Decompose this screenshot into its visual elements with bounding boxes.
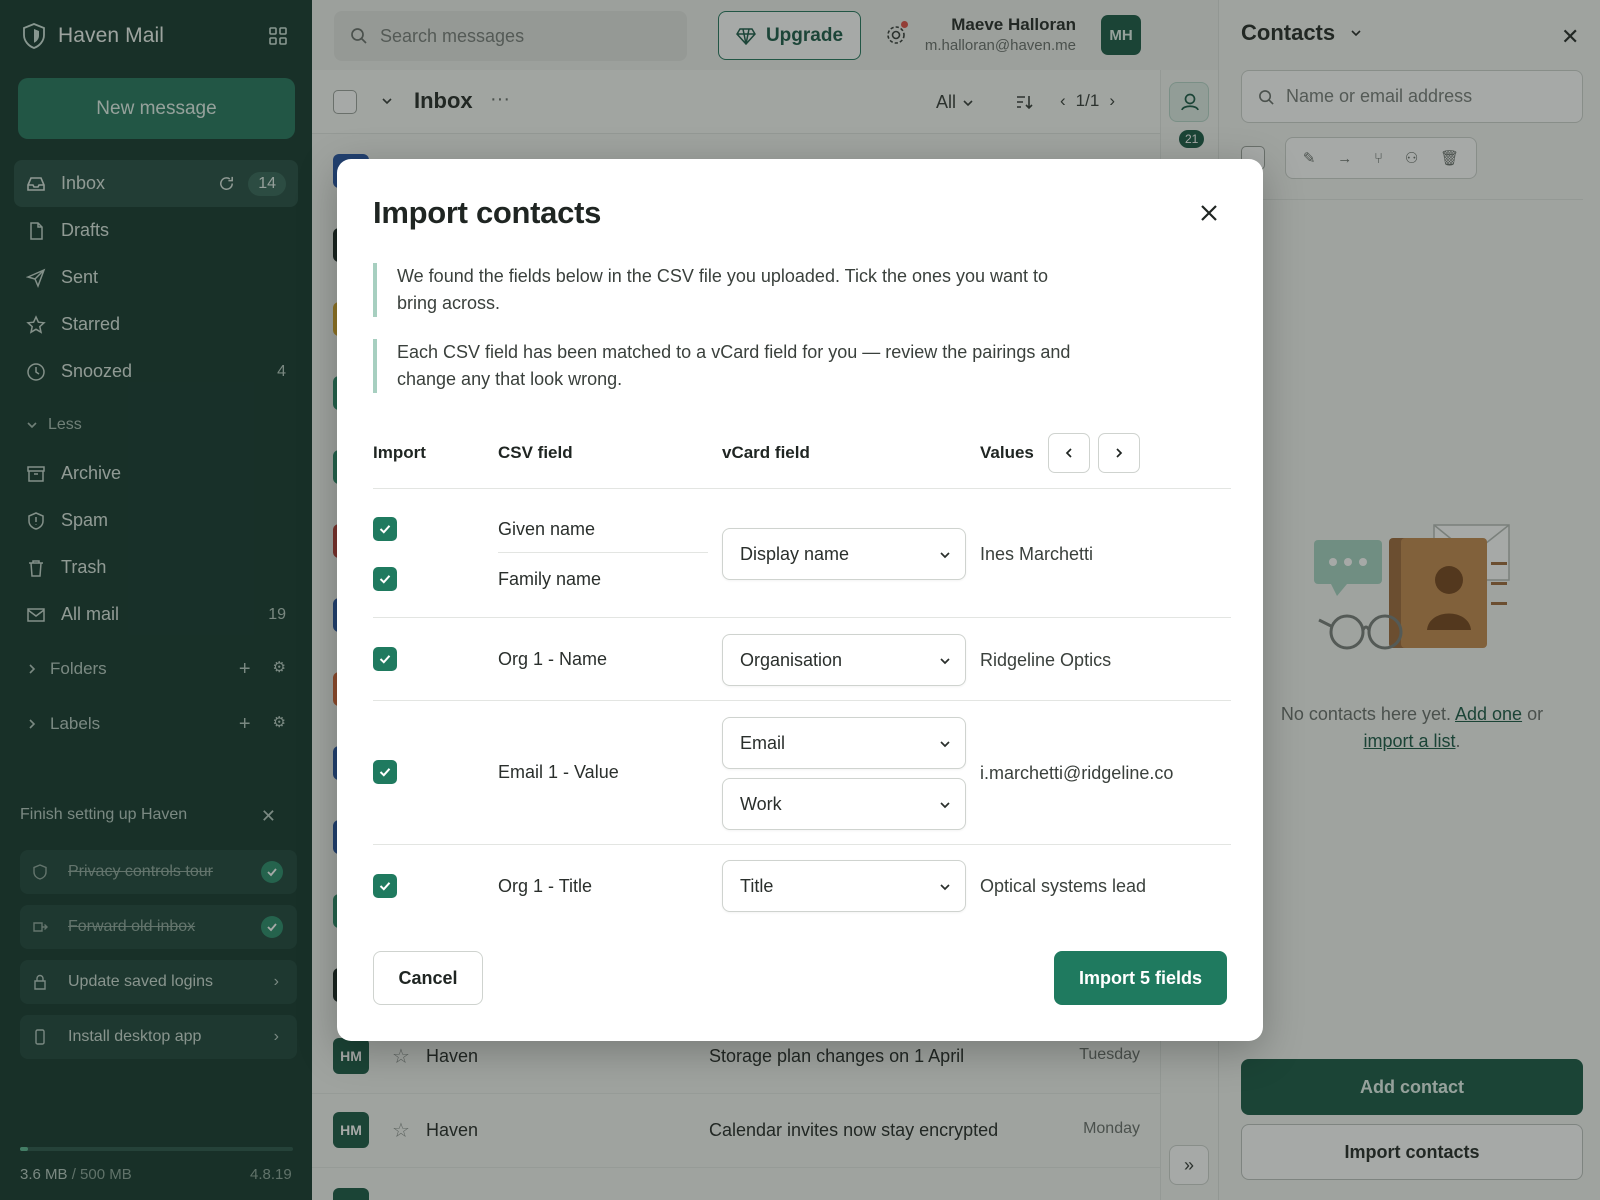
- chevron-right-icon: [1116, 448, 1123, 458]
- field-value: Ines Marchetti: [980, 544, 1094, 564]
- divider: [373, 617, 1231, 618]
- select-value: Organisation: [740, 649, 843, 670]
- import-checkbox-email[interactable]: [373, 760, 397, 784]
- checkmark-icon: [379, 525, 391, 534]
- divider: [373, 700, 1231, 701]
- column-header-vcard: vCard field: [722, 443, 810, 462]
- vcard-select-display-name[interactable]: Display name: [722, 528, 966, 580]
- csv-field-email: Email 1 - Value: [498, 762, 619, 782]
- field-value: Optical systems lead: [980, 876, 1147, 896]
- next-value-button[interactable]: [1098, 433, 1140, 473]
- divider: [498, 552, 708, 553]
- import-checkbox-org-name[interactable]: [373, 647, 397, 671]
- dialog-title: Import contacts: [373, 195, 602, 230]
- select-value: Display name: [740, 543, 850, 564]
- import-checkbox-family-name[interactable]: [373, 567, 397, 591]
- column-header-values: Values: [980, 443, 1034, 462]
- import-fields-button[interactable]: Import 5 fields: [1054, 951, 1227, 1005]
- close-icon[interactable]: [1197, 201, 1221, 225]
- column-header-import: Import: [373, 443, 426, 462]
- select-value: Email: [740, 732, 786, 753]
- checkmark-icon: [379, 575, 391, 584]
- cancel-button[interactable]: Cancel: [373, 951, 483, 1005]
- chevron-down-icon: [940, 802, 950, 809]
- checkmark-icon: [379, 655, 391, 664]
- vcard-select-email-type[interactable]: Work: [722, 778, 966, 830]
- info-note: Each CSV field has been matched to a vCa…: [373, 339, 1073, 393]
- import-contacts-dialog: Import contacts We found the fields belo…: [337, 159, 1263, 1041]
- csv-field-org-name: Org 1 - Name: [498, 649, 608, 669]
- import-checkbox-given-name[interactable]: [373, 517, 397, 541]
- checkmark-icon: [379, 768, 391, 777]
- checkmark-icon: [379, 882, 391, 891]
- import-checkbox-title[interactable]: [373, 874, 397, 898]
- chevron-left-icon: [1065, 448, 1072, 458]
- divider: [373, 488, 1231, 489]
- divider: [373, 844, 1231, 845]
- prev-value-button[interactable]: [1048, 433, 1090, 473]
- column-header-csv: CSV field: [498, 443, 573, 462]
- chevron-down-icon: [940, 552, 950, 559]
- vcard-select-title[interactable]: Title: [722, 860, 966, 912]
- vcard-select-email[interactable]: Email: [722, 717, 966, 769]
- chevron-down-icon: [940, 741, 950, 748]
- csv-field-title: Org 1 - Title: [498, 876, 593, 896]
- select-value: Work: [740, 793, 782, 814]
- field-value: i.marchetti@ridgeline.co: [980, 763, 1174, 783]
- field-value: Ridgeline Optics: [980, 650, 1112, 670]
- chevron-down-icon: [940, 884, 950, 891]
- csv-field-family-name: Family name: [498, 569, 602, 589]
- vcard-select-organisation[interactable]: Organisation: [722, 634, 966, 686]
- select-value: Title: [740, 875, 774, 896]
- info-note: We found the fields below in the CSV fil…: [373, 263, 1073, 317]
- csv-field-given-name: Given name: [498, 519, 596, 539]
- chevron-down-icon: [940, 658, 950, 665]
